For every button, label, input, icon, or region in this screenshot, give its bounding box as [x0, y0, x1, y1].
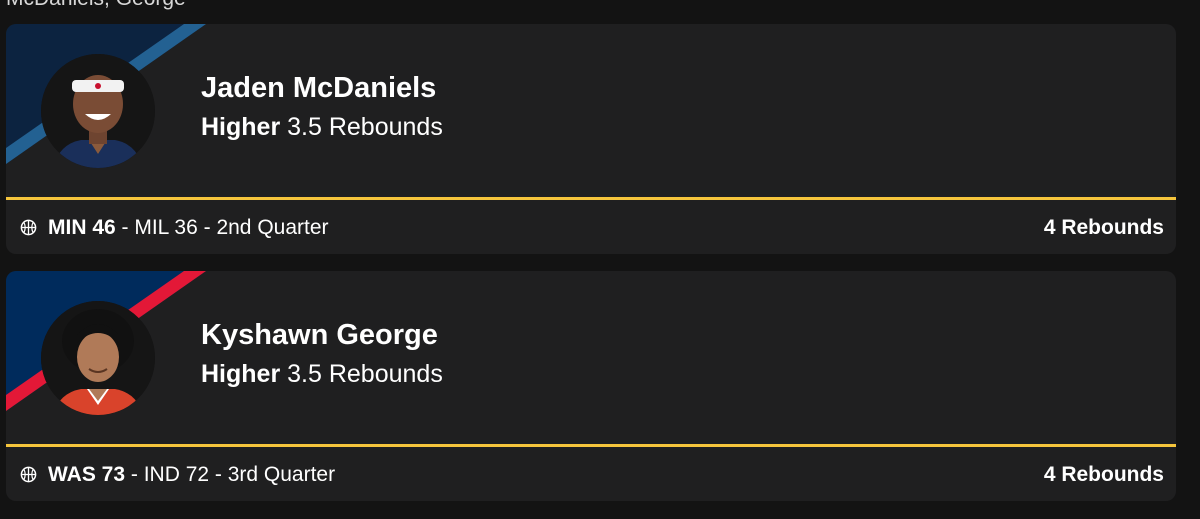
- game-footer: WAS 73 - IND 72 - 3rd Quarter 4 Rebounds: [6, 447, 1176, 501]
- current-stat: 4 Rebounds: [1043, 216, 1164, 239]
- pick-line: Higher 3.5 Rebounds: [201, 360, 443, 389]
- pick-card[interactable]: Jaden McDaniels Higher 3.5 Rebounds MIN …: [6, 24, 1176, 254]
- game-score: WAS 73 - IND 72 - 3rd Quarter: [48, 463, 335, 487]
- pick-stat: 3.5 Rebounds: [287, 360, 443, 388]
- basketball-icon: [20, 466, 37, 483]
- basketball-icon: [20, 219, 37, 236]
- game-footer: MIN 46 - MIL 36 - 2nd Quarter 4 Rebounds: [6, 200, 1176, 254]
- player-avatar: [41, 54, 155, 168]
- pick-card[interactable]: Kyshawn George Higher 3.5 Rebounds WAS 7…: [6, 271, 1176, 501]
- player-avatar: [41, 301, 155, 415]
- pick-direction: Higher: [201, 360, 281, 388]
- player-name: Jaden McDaniels: [201, 72, 437, 104]
- team-score-primary: WAS 73: [48, 463, 126, 486]
- game-score: MIN 46 - MIL 36 - 2nd Quarter: [48, 216, 329, 240]
- player-name: Kyshawn George: [201, 319, 438, 351]
- team-score-primary: MIN 46: [48, 216, 116, 239]
- game-status: - IND 72 - 3rd Quarter: [130, 463, 336, 486]
- pick-direction: Higher: [201, 113, 281, 141]
- current-stat: 4 Rebounds: [1043, 463, 1164, 486]
- page-title: McDaniels, George: [6, 0, 186, 11]
- pick-line: Higher 3.5 Rebounds: [201, 113, 443, 142]
- pick-stat: 3.5 Rebounds: [287, 113, 443, 141]
- game-status: - MIL 36 - 2nd Quarter: [121, 216, 329, 239]
